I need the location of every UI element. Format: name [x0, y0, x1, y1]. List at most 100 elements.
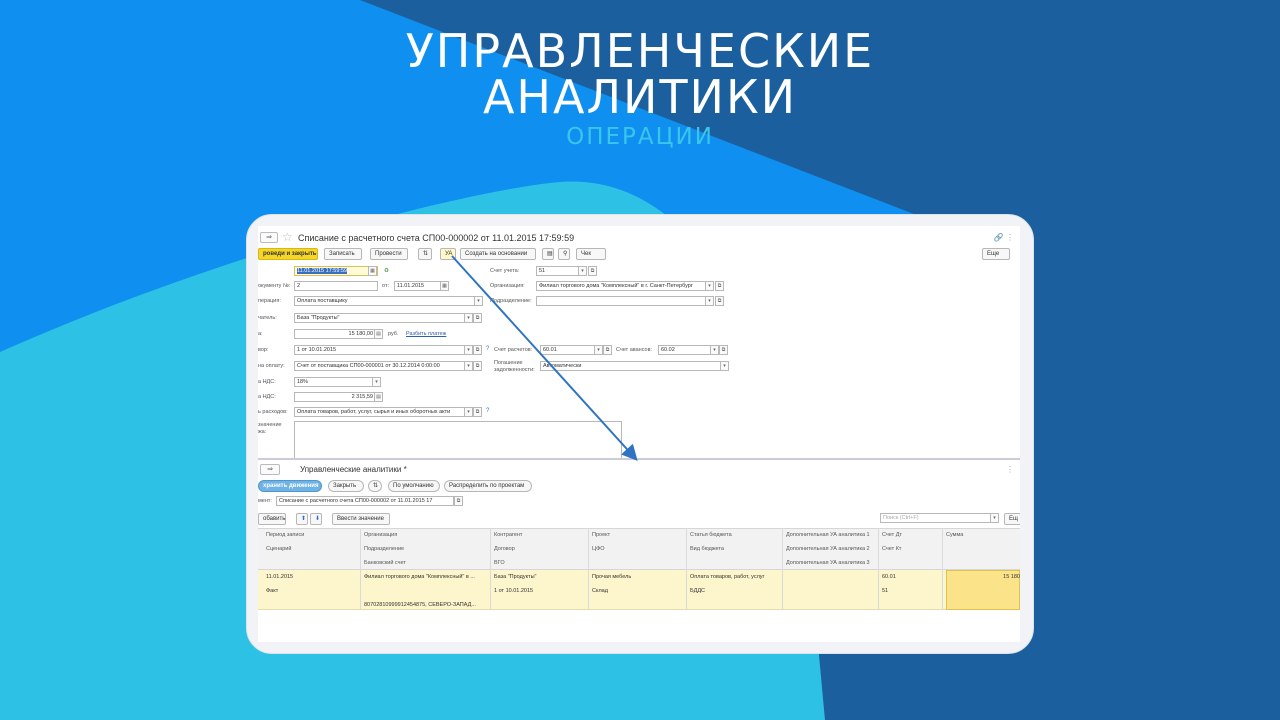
chevron-down-icon[interactable]: ▾	[464, 361, 473, 371]
repay-field[interactable]: Автоматически	[540, 361, 722, 371]
move-up-icon[interactable]: ⬆	[296, 513, 308, 525]
open-link-icon[interactable]: ⧉	[454, 496, 463, 506]
open-link-icon[interactable]: ⧉	[473, 407, 482, 417]
chevron-down-icon[interactable]: ▾	[578, 266, 587, 276]
open-link-icon[interactable]: ⧉	[473, 345, 482, 355]
add-button[interactable]: обавить	[258, 513, 286, 525]
column-header[interactable]: Статья бюджета	[690, 532, 732, 538]
create-based-on-button[interactable]: Создать на основании	[460, 248, 536, 260]
table-cell[interactable]: БДДС	[690, 588, 705, 594]
open-link-icon[interactable]: ⧉	[603, 345, 612, 355]
open-link-icon[interactable]: ⧉	[588, 266, 597, 276]
operation-field[interactable]: Оплата поставщику	[294, 296, 482, 306]
chevron-down-icon[interactable]: ▾	[372, 377, 381, 387]
save-button[interactable]: Записать	[324, 248, 362, 260]
history-icon[interactable]: ♻	[384, 268, 389, 274]
doc-no-field[interactable]: 2	[294, 281, 378, 291]
open-link-icon[interactable]: ⧉	[473, 313, 482, 323]
contract-field[interactable]: 1 от 10.01.2015	[294, 345, 466, 355]
open-link-icon[interactable]: ⧉	[715, 296, 724, 306]
column-header[interactable]: Счет Кт	[882, 546, 901, 552]
calendar-icon[interactable]: ▦	[440, 281, 449, 291]
open-link-icon[interactable]: ⧉	[719, 345, 728, 355]
column-header[interactable]: Счет Дт	[882, 532, 902, 538]
advance-account-field[interactable]: 60.02	[658, 345, 714, 355]
chevron-down-icon[interactable]: ▾	[705, 281, 714, 291]
division-field[interactable]	[536, 296, 706, 306]
table-cell[interactable]: База "Продукты"	[494, 574, 536, 580]
column-header[interactable]: Организация	[364, 532, 397, 538]
chevron-down-icon[interactable]: ▾	[474, 296, 483, 306]
check-button[interactable]: Чек	[576, 248, 606, 260]
table-cell[interactable]: Факт	[266, 588, 278, 594]
post-button[interactable]: Провести	[370, 248, 408, 260]
forward-button[interactable]: ⇒	[260, 232, 278, 243]
more-button[interactable]: Ещ	[1004, 513, 1020, 525]
column-header[interactable]: Договор	[494, 546, 515, 552]
table-cell[interactable]: 1 от 10.01.2015	[494, 588, 533, 594]
column-header[interactable]: Вид бюджета	[690, 546, 724, 552]
table-cell[interactable]: Филиал торгового дома "Комплексный" в ..…	[364, 574, 475, 580]
chevron-down-icon[interactable]: ▾	[720, 361, 729, 371]
chevron-down-icon[interactable]: ▾	[464, 407, 473, 417]
settle-account-field[interactable]: 60.01	[540, 345, 596, 355]
defaults-button[interactable]: По умолчанию	[388, 480, 440, 492]
account-field[interactable]: 51	[536, 266, 580, 276]
column-header[interactable]: Дополнительная УА аналитика 3	[786, 560, 870, 566]
column-header[interactable]: ВГО	[494, 560, 505, 566]
column-header[interactable]: Период записи	[266, 532, 304, 538]
document-field[interactable]: Списание с расчетного счета СП00-000002 …	[276, 496, 454, 506]
dt-kt-icon[interactable]: ⇅	[368, 480, 382, 492]
help-icon[interactable]: ?	[486, 346, 489, 352]
expense-field[interactable]: Оплата товаров, работ, услуг, сырья и ин…	[294, 407, 466, 417]
date-field[interactable]: 11.01.2015 17:59:59	[294, 266, 378, 276]
search-input[interactable]: Поиск (Ctrl+F)	[880, 513, 992, 523]
dt-kt-icon[interactable]: ⇅	[418, 248, 432, 260]
forward-button[interactable]: ⇒	[260, 464, 280, 475]
column-header[interactable]: Дополнительная УА аналитика 2	[786, 546, 870, 552]
help-icon[interactable]: ?	[486, 408, 489, 414]
star-icon[interactable]: ☆	[282, 231, 293, 243]
column-header[interactable]: ЦФО	[592, 546, 605, 552]
chevron-down-icon[interactable]: ▾	[705, 296, 714, 306]
column-header[interactable]: Контрагент	[494, 532, 522, 538]
more-button[interactable]: Еще	[982, 248, 1010, 260]
table-cell[interactable]: 80702810999912454875, СЕВЕРО-ЗАПАД...	[364, 602, 476, 608]
ua-button[interactable]: УА	[440, 248, 456, 260]
payee-field[interactable]: База "Продукты"	[294, 313, 472, 323]
column-header[interactable]: Сценарий	[266, 546, 291, 552]
column-header[interactable]: Проект	[592, 532, 610, 538]
table-cell[interactable]: Склад	[592, 588, 608, 594]
input-value-button[interactable]: Ввести значение	[332, 513, 390, 525]
close-button[interactable]: Закрыть	[328, 480, 364, 492]
column-header[interactable]: Подразделение	[364, 546, 404, 552]
link-icon[interactable]: 🔗 ⋮	[994, 233, 1014, 242]
amount-field[interactable]: 15 180,00	[294, 329, 376, 339]
more-menu-icon[interactable]: ⋮	[1006, 465, 1014, 474]
column-header[interactable]: Банковский счет	[364, 560, 406, 566]
open-link-icon[interactable]: ⧉	[715, 281, 724, 291]
record-movements-button[interactable]: хранить движения	[258, 480, 322, 492]
split-payment-link[interactable]: Разбить платеж	[406, 331, 446, 337]
table-cell[interactable]: 60.01	[882, 574, 896, 580]
comment-textarea[interactable]	[294, 421, 622, 459]
vat-sum-field[interactable]: 2 315,59	[294, 392, 376, 402]
table-cell[interactable]: 11.01.2015	[266, 574, 293, 580]
calendar-icon[interactable]: ▦	[368, 266, 377, 276]
chevron-down-icon[interactable]: ▾	[464, 313, 473, 323]
column-header[interactable]: Дополнительная УА аналитика 1	[786, 532, 870, 538]
chevron-down-icon[interactable]: ▾	[990, 513, 999, 523]
table-cell[interactable]: Прочая мебель	[592, 574, 631, 580]
post-and-close-button[interactable]: роведи и закрыть	[258, 248, 318, 260]
chevron-down-icon[interactable]: ▾	[464, 345, 473, 355]
chevron-down-icon[interactable]: ▾	[594, 345, 603, 355]
chevron-down-icon[interactable]: ▾	[710, 345, 719, 355]
table-cell[interactable]: 15 180	[1003, 574, 1020, 580]
calculator-icon[interactable]: ▤	[374, 329, 383, 339]
calculator-icon[interactable]: ▤	[374, 392, 383, 402]
report-icon[interactable]: ▤	[542, 248, 554, 260]
column-header[interactable]: Сумма	[946, 532, 963, 538]
table-cell[interactable]: Оплата товаров, работ, услуг	[690, 574, 765, 580]
vat-rate-field[interactable]: 18%	[294, 377, 374, 387]
table-cell[interactable]: 51	[882, 588, 888, 594]
